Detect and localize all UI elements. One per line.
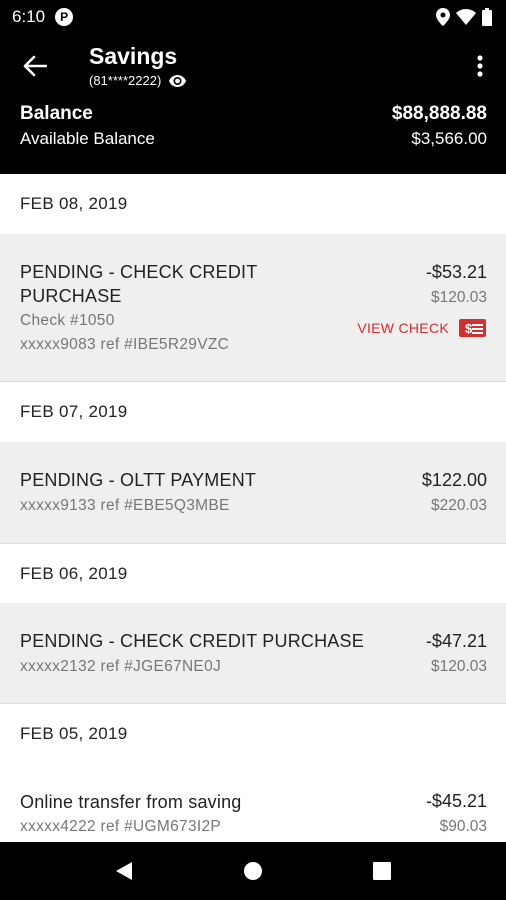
wifi-icon bbox=[456, 8, 476, 25]
back-button[interactable] bbox=[18, 49, 52, 83]
transaction-reference: xxxxx2132 ref #JGE67NE0J bbox=[20, 658, 222, 675]
transaction-row[interactable]: PENDING - CHECK CREDIT PURCHASE xxxxx213… bbox=[0, 603, 506, 704]
transaction-description-line: PURCHASE bbox=[20, 286, 122, 306]
transaction-row[interactable]: PENDING - CHECK CREDIT PURCHASE Check #1… bbox=[0, 234, 506, 382]
system-nav-bar bbox=[0, 842, 506, 900]
transaction-description: PENDING - CHECK CREDIT PURCHASE bbox=[20, 631, 364, 651]
date-header: FEB 08, 2019 bbox=[0, 174, 506, 234]
battery-icon bbox=[482, 7, 492, 26]
page-title: Savings bbox=[89, 43, 178, 69]
view-check-button[interactable]: VIEW CHECK $ bbox=[357, 319, 486, 337]
nav-home-button[interactable] bbox=[233, 851, 273, 891]
more-options-button[interactable] bbox=[470, 51, 490, 81]
account-number-row: (81****2222) bbox=[89, 73, 187, 88]
more-vert-icon bbox=[477, 55, 483, 77]
available-balance-label: Available Balance bbox=[20, 129, 155, 148]
transaction-description: PENDING - OLTT PAYMENT bbox=[20, 470, 257, 490]
available-balance-value: $3,566.00 bbox=[411, 129, 487, 148]
status-bar: 6:10 P bbox=[0, 0, 506, 33]
status-time: 6:10 bbox=[12, 6, 46, 26]
running-balance: $120.03 bbox=[430, 658, 487, 675]
running-balance: $220.03 bbox=[430, 497, 487, 514]
view-check-label: VIEW CHECK bbox=[357, 320, 449, 336]
balance-value: $88,888.88 bbox=[391, 103, 487, 124]
nav-back-button[interactable] bbox=[104, 851, 144, 891]
transaction-description: PENDING - CHECK CREDIT PURCHASE bbox=[20, 260, 257, 308]
eye-icon[interactable] bbox=[169, 74, 187, 87]
status-icons bbox=[436, 7, 492, 26]
transaction-row[interactable]: Online transfer from saving xxxxx4222 re… bbox=[0, 763, 506, 842]
circle-home-icon bbox=[243, 862, 262, 880]
date-header: FEB 07, 2019 bbox=[0, 382, 506, 442]
nav-recents-button[interactable] bbox=[362, 851, 402, 891]
account-header: Savings (81****2222) Balance $88,888.88 … bbox=[0, 33, 506, 174]
svg-text:$: $ bbox=[465, 321, 473, 336]
triangle-back-icon bbox=[116, 862, 133, 880]
date-header: FEB 06, 2019 bbox=[0, 544, 506, 603]
notification-icon: P bbox=[55, 7, 74, 26]
transaction-row[interactable]: PENDING - OLTT PAYMENT xxxxx9133 ref #EB… bbox=[0, 442, 506, 544]
running-balance: $120.03 bbox=[430, 289, 487, 306]
transaction-description-line: PENDING - CHECK CREDIT bbox=[20, 262, 258, 282]
transaction-reference: xxxxx9083 ref #IBE5R29VZC bbox=[20, 336, 230, 353]
running-balance: $90.03 bbox=[439, 818, 487, 835]
transaction-description: Online transfer from saving bbox=[20, 792, 242, 812]
arrow-left-icon bbox=[23, 55, 47, 77]
transaction-amount: -$45.21 bbox=[425, 791, 487, 811]
transaction-reference: xxxxx4222 ref #UGM673I2P bbox=[20, 818, 222, 835]
account-number: (81****2222) bbox=[89, 73, 162, 88]
check-number: Check #1050 bbox=[20, 312, 115, 329]
check-image-icon: $ bbox=[459, 319, 486, 337]
transaction-amount: -$53.21 bbox=[425, 262, 487, 282]
transaction-amount: $122.00 bbox=[421, 470, 487, 490]
location-icon bbox=[436, 7, 450, 26]
square-recents-icon bbox=[372, 862, 391, 880]
balance-label: Balance bbox=[20, 103, 93, 124]
date-header: FEB 05, 2019 bbox=[0, 704, 506, 763]
transaction-amount: -$47.21 bbox=[425, 631, 487, 651]
transaction-reference: xxxxx9133 ref #EBE5Q3MBE bbox=[20, 497, 230, 514]
